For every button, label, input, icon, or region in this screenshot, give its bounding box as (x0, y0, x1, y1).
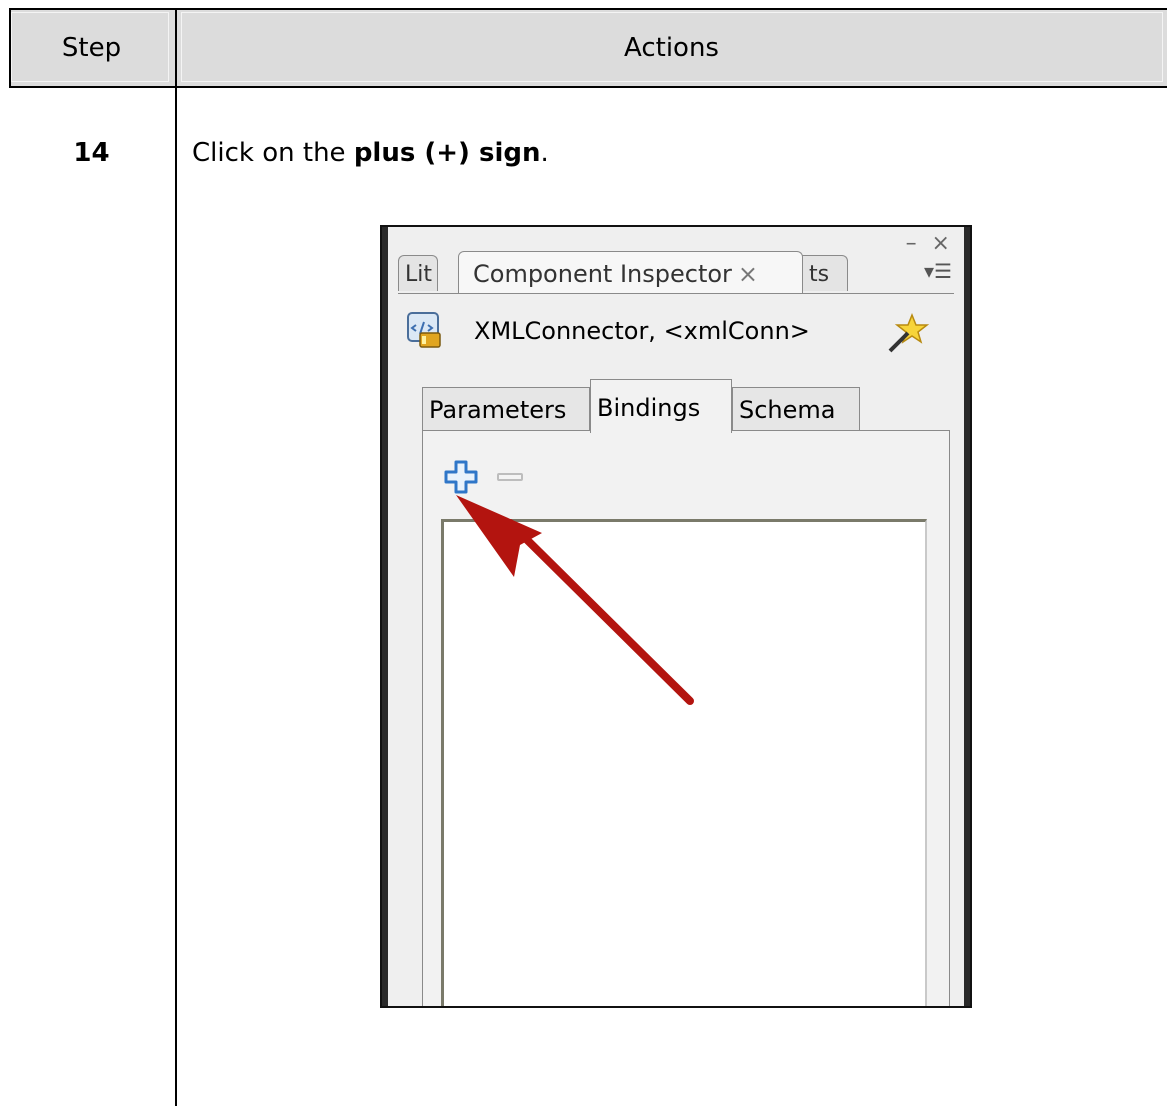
component-label: XMLConnector, <xmlConn> (474, 317, 810, 345)
table-column-divider (175, 88, 177, 1106)
instruction-suffix: . (540, 138, 549, 168)
tab-bar-baseline (398, 293, 954, 294)
wand-icon[interactable] (886, 311, 930, 355)
minus-icon[interactable] (495, 465, 525, 489)
bindings-content (422, 430, 950, 1006)
header-actions: Actions (624, 33, 719, 63)
panel-tab-bar: Lit ts Component Inspector × ▾☰ (398, 251, 954, 295)
plus-icon[interactable] (443, 459, 479, 495)
step-number: 14 (73, 138, 110, 168)
document-page: Step Actions 14 Click on the plus (+) si… (0, 0, 1167, 1106)
tab-library[interactable]: Lit (398, 255, 438, 291)
header-step: Step (61, 33, 122, 63)
tab-component-inspector-label: Component Inspector (473, 260, 732, 288)
instruction-prefix: Click on the (192, 138, 354, 168)
instruction-bold: plus (+) sign (353, 138, 541, 168)
bindings-list[interactable] (441, 519, 927, 1006)
subtab-bar: Parameters Bindings Schema (422, 379, 944, 433)
tab-component-inspector[interactable]: Component Inspector × (458, 251, 803, 293)
xml-connector-icon (407, 312, 441, 348)
panel-menu-icon[interactable]: ▾☰ (900, 259, 952, 289)
close-icon[interactable]: × (738, 260, 758, 288)
component-inspector-panel: – × Lit ts Component Inspector × ▾☰ XMLCo… (388, 227, 964, 1006)
tab-parameters[interactable]: Parameters (422, 387, 590, 431)
step-instruction: Click on the plus (+) sign. (192, 138, 549, 168)
component-inspector-screenshot: – × Lit ts Component Inspector × ▾☰ XMLCo… (380, 225, 972, 1008)
component-header: XMLConnector, <xmlConn> (404, 311, 954, 355)
table-left-border (9, 8, 11, 88)
table-header-row: Step Actions (9, 8, 1167, 88)
tab-schema[interactable]: Schema (732, 387, 860, 431)
tab-bindings[interactable]: Bindings (590, 379, 732, 433)
